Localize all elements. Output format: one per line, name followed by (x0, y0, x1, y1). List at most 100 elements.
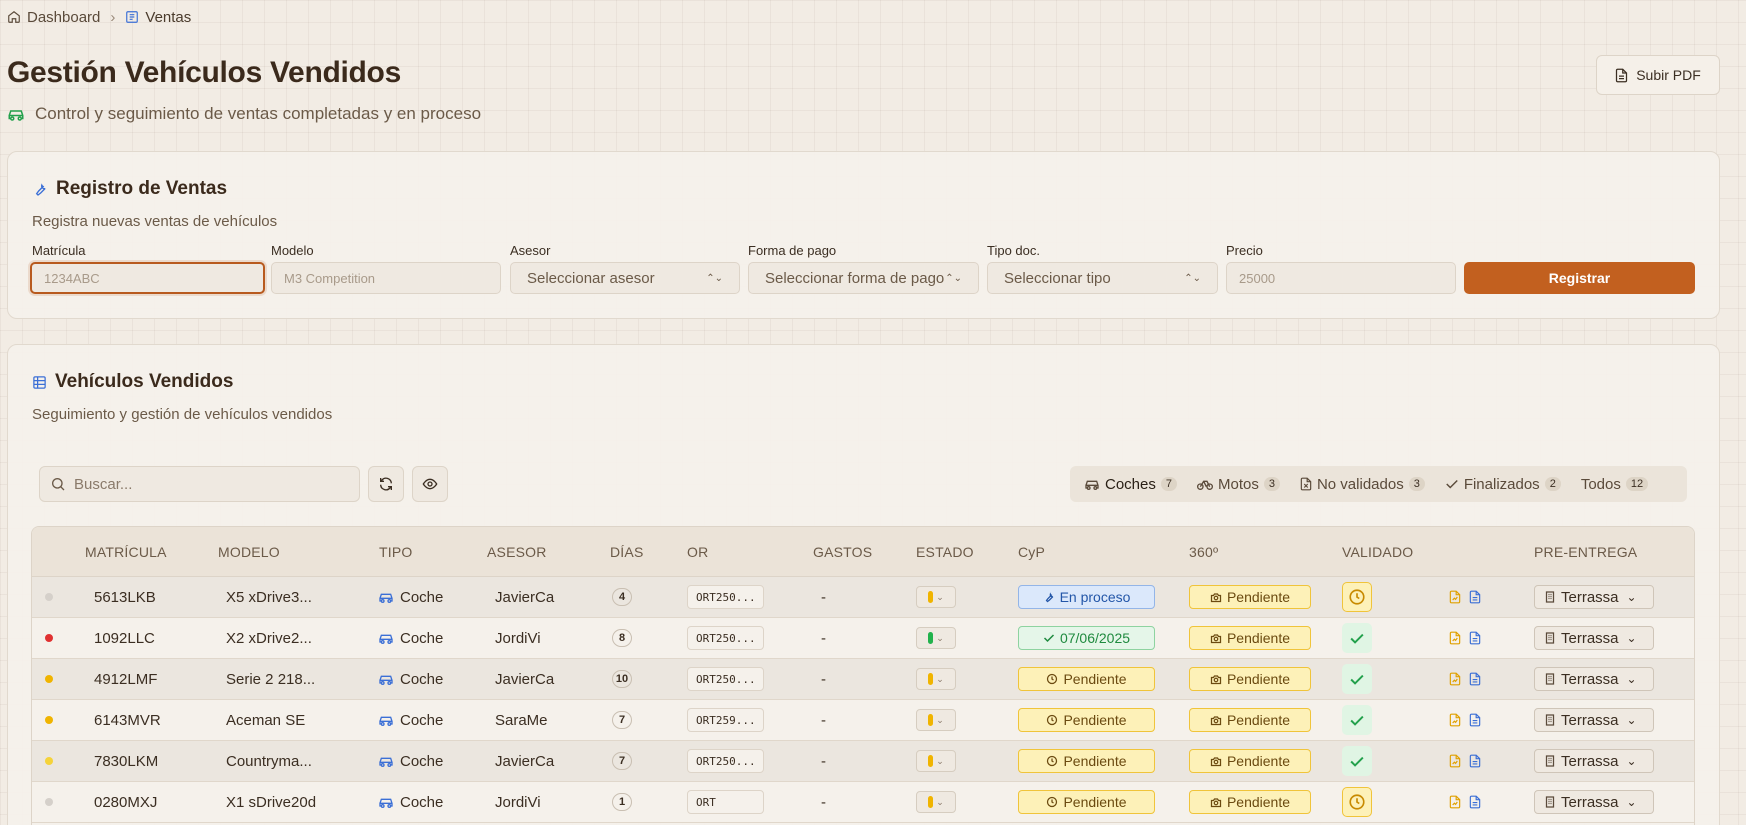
or-input[interactable]: ORT250... (687, 626, 764, 650)
or-input[interactable]: ORT250... (687, 749, 764, 773)
sold-title: Vehículos Vendidos (32, 371, 233, 393)
column-header[interactable]: 360º (1189, 544, 1218, 560)
cyp-status-badge[interactable]: 07/06/2025 (1018, 626, 1155, 650)
table-row[interactable]: 4912LMF Serie 2 218... Coche JavierCa 10 ORT2… (32, 659, 1694, 700)
filter-tab-count: 12 (1625, 477, 1649, 491)
view-toggle-button[interactable] (412, 466, 448, 502)
column-header[interactable]: VALIDADO (1342, 544, 1413, 560)
p360-cell: Pendiente (1189, 659, 1311, 699)
matricula-cell[interactable]: 0280MXJ (94, 782, 157, 822)
file-text-icon[interactable] (1469, 713, 1481, 727)
pre-entrega-select[interactable]: Terrassa ⌄ (1534, 585, 1654, 609)
estado-toggle[interactable]: ⌄ (916, 586, 956, 608)
asesor-select[interactable]: Seleccionar asesor ⌃⌄ (510, 262, 740, 294)
or-input[interactable]: ORT (687, 790, 764, 814)
cyp-status-badge[interactable]: Pendiente (1018, 790, 1155, 814)
p360-status-badge[interactable]: Pendiente (1189, 626, 1311, 650)
estado-toggle[interactable]: ⌄ (916, 791, 956, 813)
file-signature-icon[interactable] (1449, 590, 1461, 604)
pending-clock-icon[interactable] (1342, 582, 1372, 612)
forma-pago-select[interactable]: Seleccionar forma de pago ⌃⌄ (748, 262, 979, 294)
documents-cell (1449, 741, 1481, 781)
estado-toggle[interactable]: ⌄ (916, 709, 956, 731)
modelo-input[interactable]: M3 Competition (271, 262, 501, 294)
matricula-input[interactable]: 1234ABC (30, 262, 265, 294)
file-signature-icon[interactable] (1449, 754, 1461, 768)
table-row[interactable]: 6143MVR Aceman SE Coche SaraMe 7 ORT259... - ⌄ P… (32, 700, 1694, 741)
column-header[interactable]: DÍAS (610, 544, 643, 560)
table-row[interactable]: 7830LKM Countryma... Coche JavierCa 7 ORT250.… (32, 741, 1694, 782)
filter-tab-todos[interactable]: Todos 12 (1571, 470, 1658, 498)
table-row[interactable]: 5613LKB X5 xDrive3... Coche JavierCa 4 ORT250… (32, 577, 1694, 618)
upload-pdf-button[interactable]: Subir PDF (1596, 55, 1720, 95)
validated-check-icon[interactable] (1342, 705, 1372, 735)
validated-check-icon[interactable] (1342, 664, 1372, 694)
column-header[interactable]: TIPO (379, 544, 412, 560)
clock-icon (1046, 755, 1058, 767)
refresh-button[interactable] (368, 466, 404, 502)
estado-toggle[interactable]: ⌄ (916, 668, 956, 690)
home-icon[interactable] (7, 10, 21, 24)
chevron-down-icon: ⌄ (1626, 631, 1637, 645)
estado-toggle[interactable]: ⌄ (916, 750, 956, 772)
file-text-icon[interactable] (1469, 754, 1481, 768)
matricula-cell[interactable]: 4912LMF (94, 659, 157, 699)
table-row[interactable]: 1092LLC X2 xDrive2... Coche JordiVi 8 ORT250.… (32, 618, 1694, 659)
file-signature-icon[interactable] (1449, 672, 1461, 686)
table-row[interactable]: 0280MXJ X1 sDrive20d Coche JordiVi 1 ORT - ⌄ Pen… (32, 782, 1694, 823)
file-text-icon[interactable] (1469, 795, 1481, 809)
estado-indicator (928, 632, 934, 644)
matricula-cell[interactable]: 5613LKB (94, 577, 156, 617)
pre-entrega-select[interactable]: Terrassa ⌄ (1534, 708, 1654, 732)
pre-entrega-select[interactable]: Terrassa ⌄ (1534, 749, 1654, 773)
cyp-status-badge[interactable]: Pendiente (1018, 667, 1155, 691)
filter-tab-no-validados[interactable]: No validados 3 (1290, 470, 1435, 498)
tipo-doc-select[interactable]: Seleccionar tipo ⌃⌄ (987, 262, 1218, 294)
validated-check-icon[interactable] (1342, 746, 1372, 776)
file-signature-icon[interactable] (1449, 795, 1461, 809)
matricula-cell[interactable]: 7830LKM (94, 741, 158, 781)
file-signature-icon[interactable] (1449, 631, 1461, 645)
cyp-status-badge[interactable]: Pendiente (1018, 749, 1155, 773)
precio-input[interactable]: 25000 (1226, 262, 1456, 294)
p360-status-badge[interactable]: Pendiente (1189, 749, 1311, 773)
estado-toggle[interactable]: ⌄ (916, 627, 956, 649)
column-header[interactable]: CyP (1018, 544, 1045, 560)
file-text-icon[interactable] (1469, 672, 1481, 686)
filter-tab-coches[interactable]: Coches 7 (1074, 470, 1187, 498)
validated-check-icon[interactable] (1342, 623, 1372, 653)
pre-entrega-select[interactable]: Terrassa ⌄ (1534, 667, 1654, 691)
column-header[interactable]: ESTADO (916, 544, 974, 560)
breadcrumb-dashboard-link[interactable]: Dashboard (27, 9, 100, 26)
column-header[interactable]: ASESOR (487, 544, 547, 560)
column-header[interactable]: PRE-ENTREGA (1534, 544, 1637, 560)
column-header[interactable]: GASTOS (813, 544, 872, 560)
pending-clock-icon[interactable] (1342, 787, 1372, 817)
p360-status-badge[interactable]: Pendiente (1189, 585, 1311, 609)
search-input[interactable]: Buscar... (39, 466, 360, 502)
or-input[interactable]: ORT250... (687, 585, 764, 609)
pre-entrega-cell: Terrassa ⌄ (1534, 700, 1654, 740)
p360-status-badge[interactable]: Pendiente (1189, 708, 1311, 732)
filter-tab-motos[interactable]: Motos 3 (1187, 470, 1290, 498)
filter-tab-finalizados[interactable]: Finalizados 2 (1435, 470, 1571, 498)
wrench-icon (1043, 591, 1055, 603)
p360-status-badge[interactable]: Pendiente (1189, 667, 1311, 691)
cyp-status-badge[interactable]: En proceso (1018, 585, 1155, 609)
column-header[interactable]: MODELO (218, 544, 280, 560)
chevron-updown-icon: ⌃⌄ (945, 272, 962, 284)
file-text-icon[interactable] (1469, 631, 1481, 645)
pre-entrega-select[interactable]: Terrassa ⌄ (1534, 790, 1654, 814)
column-header[interactable]: OR (687, 544, 708, 560)
p360-status-badge[interactable]: Pendiente (1189, 790, 1311, 814)
cyp-status-badge[interactable]: Pendiente (1018, 708, 1155, 732)
or-input[interactable]: ORT259... (687, 708, 764, 732)
or-input[interactable]: ORT250... (687, 667, 764, 691)
register-button[interactable]: Registrar (1464, 262, 1695, 294)
pre-entrega-select[interactable]: Terrassa ⌄ (1534, 626, 1654, 650)
matricula-cell[interactable]: 1092LLC (94, 618, 155, 658)
file-signature-icon[interactable] (1449, 713, 1461, 727)
column-header[interactable]: MATRÍCULA (85, 544, 167, 560)
file-text-icon[interactable] (1469, 590, 1481, 604)
matricula-cell[interactable]: 6143MVR (94, 700, 161, 740)
